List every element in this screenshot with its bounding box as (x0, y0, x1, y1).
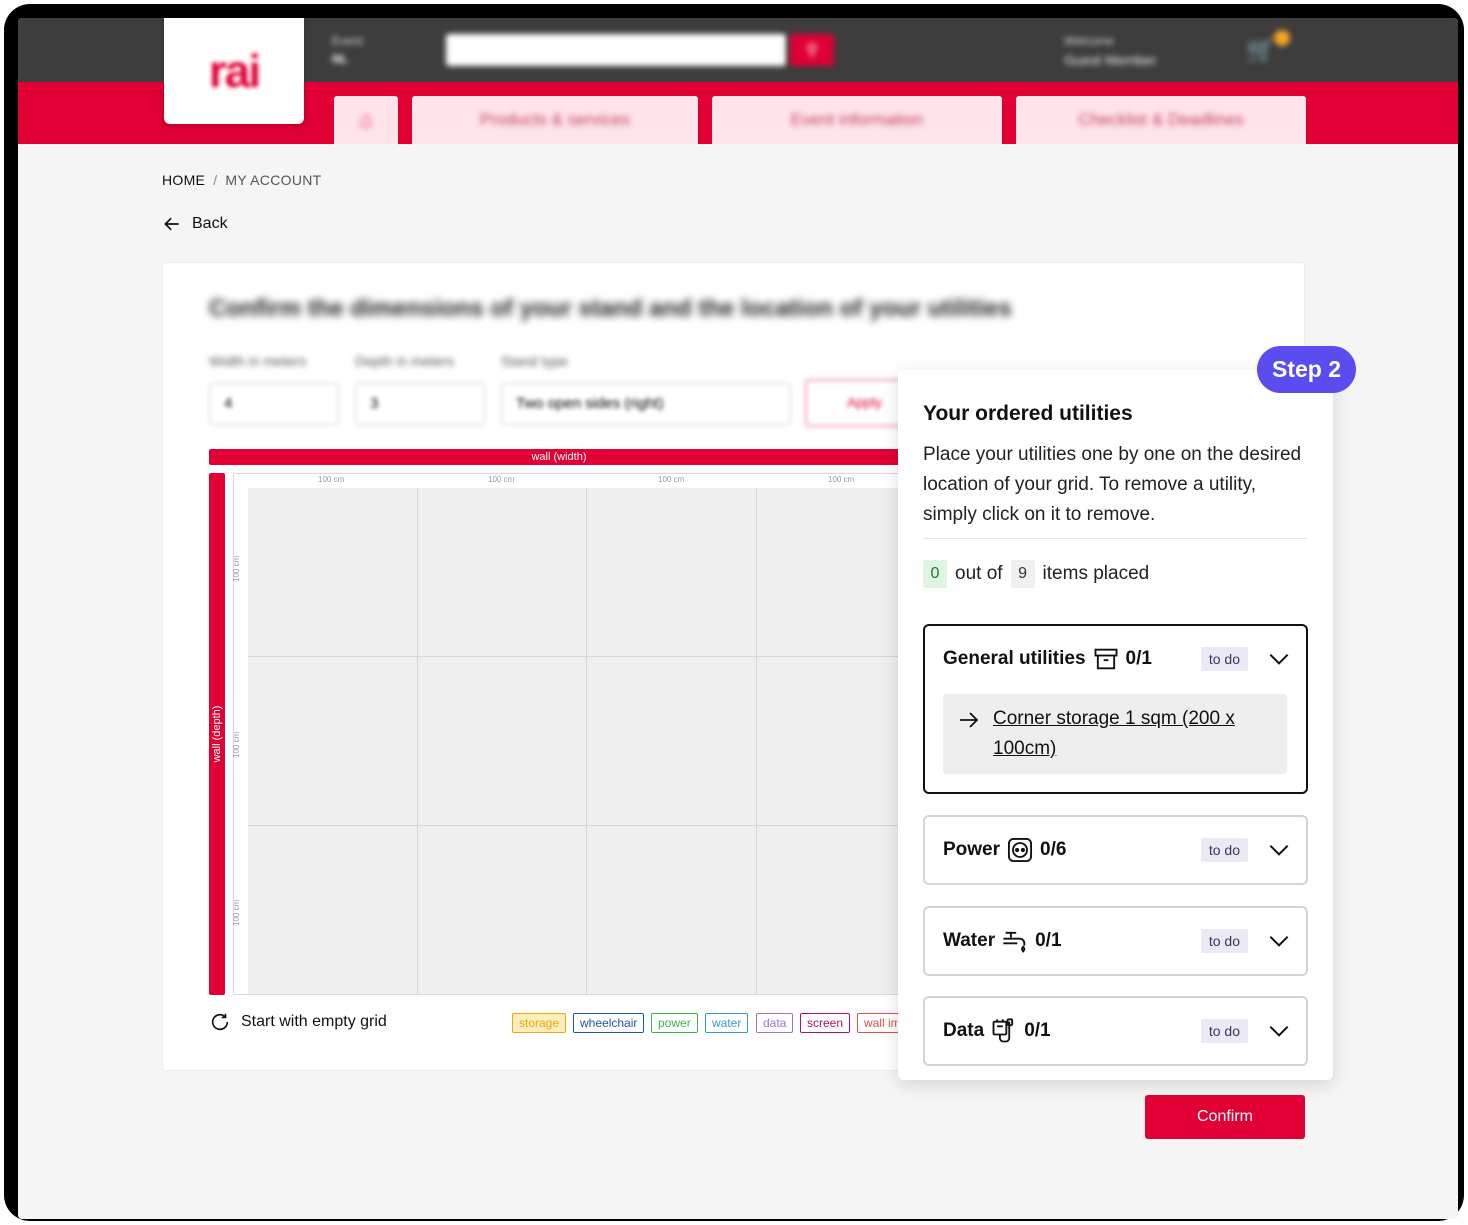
placed-count: 0 (923, 560, 947, 588)
tab-products[interactable]: Products & services (412, 96, 698, 144)
width-select[interactable]: 4 (209, 383, 339, 425)
breadcrumb: HOME / MY ACCOUNT (162, 172, 322, 188)
col-tick: 100 cm (658, 475, 685, 484)
accordion-data[interactable]: Data 0/1 to do (923, 996, 1308, 1066)
breadcrumb-home[interactable]: HOME (162, 172, 205, 188)
status-badge: to do (1200, 929, 1248, 953)
grid-area[interactable] (248, 488, 914, 994)
archive-box-icon (1094, 648, 1117, 670)
legend-chip-storage: storage (512, 1013, 567, 1033)
col-tick: 100 cm (488, 475, 515, 484)
status-badge: to do (1200, 647, 1248, 671)
status-badge: to do (1200, 1019, 1248, 1043)
legend-chip-data: data (756, 1013, 794, 1033)
panel-title: Your ordered utilities (923, 402, 1133, 425)
step-badge: Step 2 (1257, 346, 1356, 393)
panel-description: Place your utilities one by one on the d… (923, 444, 1302, 525)
legend-chip-water: water (705, 1013, 749, 1033)
account-label: Welcome (1064, 34, 1114, 48)
arrow-left-icon (164, 217, 179, 231)
language-label: Event (332, 34, 363, 48)
col-tick: 100 cm (318, 475, 345, 484)
row-tick: 100 cm (232, 899, 241, 926)
accordion-header[interactable]: Water 0/1 (943, 908, 1062, 974)
home-tab[interactable]: ⌂ (334, 96, 398, 144)
start-empty-grid-button[interactable]: Start with empty grid (209, 1011, 387, 1033)
type-label: Stand type (501, 353, 568, 369)
accordion-water[interactable]: Water 0/1 to do (923, 906, 1308, 976)
utility-item-link[interactable]: Corner storage 1 sqm (200 x 100cm) (993, 704, 1273, 764)
account-name[interactable]: Guest Member (1064, 52, 1157, 68)
chevron-down-icon[interactable] (1266, 928, 1292, 954)
stand-grid[interactable]: 100 cm 100 cm 100 cm 100 cm 100 cm 100 c… (232, 473, 914, 995)
arrow-right-icon (960, 712, 979, 728)
refresh-icon (211, 1013, 229, 1031)
chevron-down-icon[interactable] (1266, 646, 1292, 672)
confirm-button[interactable]: Confirm (1145, 1095, 1305, 1139)
chevron-down-icon[interactable] (1266, 1018, 1292, 1044)
depth-select[interactable]: 3 (355, 383, 485, 425)
legend-chip-power: power (651, 1013, 698, 1033)
depth-label: Depth in meters (355, 353, 454, 369)
stand-type-select[interactable]: Two open sides (right) (501, 383, 791, 425)
search-icon: ⚲ (806, 42, 818, 59)
language-value[interactable]: NL (332, 52, 348, 66)
back-button[interactable]: Back (162, 214, 228, 234)
row-tick: 100 cm (232, 555, 241, 582)
utility-item[interactable]: Corner storage 1 sqm (200 x 100cm) (943, 694, 1287, 774)
cart-badge (1274, 30, 1290, 46)
accordion-power[interactable]: Power 0/6 to do (923, 815, 1308, 885)
width-label: Width in meters (209, 353, 307, 369)
divider (923, 538, 1308, 539)
accordion-header[interactable]: Power 0/6 (943, 817, 1066, 883)
home-icon: ⌂ (359, 107, 373, 132)
chevron-down-icon[interactable] (1266, 837, 1292, 863)
search-button[interactable]: ⚲ (790, 34, 834, 66)
tab-checklist[interactable]: Checklist & Deadlines (1016, 96, 1306, 144)
legend-chip-screen: screen (800, 1013, 851, 1033)
status-badge: to do (1200, 838, 1248, 862)
logo[interactable]: rai (164, 18, 304, 124)
wall-width-bar: wall (width) (209, 449, 909, 465)
apply-button[interactable]: Apply (805, 379, 905, 427)
row-tick: 100 cm (232, 731, 241, 758)
search-input[interactable] (446, 34, 786, 66)
network-plug-icon (992, 1018, 1014, 1043)
screen: Event NL ⚲ Welcome Guest Member 🛒 rai ⌂ … (18, 18, 1458, 1219)
accordion-general-utilities[interactable]: General utilities 0/1 to do Corner stora… (923, 624, 1308, 794)
legend-chip-wall-im: wall im (857, 1013, 899, 1033)
total-count: 9 (1010, 560, 1035, 588)
breadcrumb-current: MY ACCOUNT (225, 172, 322, 188)
accordion-header[interactable]: Data 0/1 (943, 998, 1051, 1064)
accordion-header[interactable]: General utilities 0/1 (943, 626, 1152, 692)
page-title: Confirm the dimensions of your stand and… (209, 295, 1012, 322)
utilities-panel: Your ordered utilities Place your utilit… (898, 370, 1333, 1080)
wall-depth-bar: wall (depth) (209, 473, 225, 995)
legend-chip-wheelchair: wheelchair (573, 1013, 645, 1033)
placement-counter: 0 out of 9 items placed (923, 560, 1149, 588)
device-frame: Event NL ⚲ Welcome Guest Member 🛒 rai ⌂ … (4, 4, 1464, 1221)
tab-event-information[interactable]: Event information (712, 96, 1002, 144)
water-tap-icon (1003, 931, 1026, 953)
col-tick: 100 cm (828, 475, 855, 484)
power-socket-icon (1008, 837, 1033, 863)
